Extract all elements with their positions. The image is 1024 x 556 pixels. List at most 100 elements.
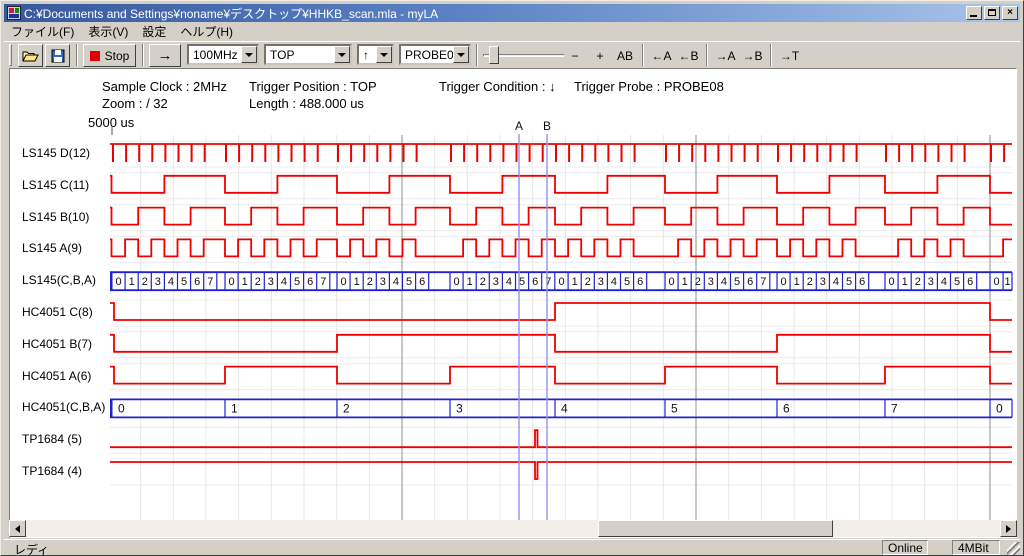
goto-trigger-button[interactable]: →T — [776, 44, 803, 67]
goto-next-a-button[interactable]: →A — [712, 44, 739, 67]
bus-value: 1 — [682, 276, 688, 288]
bus-value: 6 — [637, 276, 643, 288]
wave-ls145-c-11- — [110, 176, 1012, 193]
bus-value: 4 — [833, 276, 839, 288]
bus-value: 7 — [760, 276, 766, 288]
bus-value: 6 — [747, 276, 753, 288]
bus-value: 5 — [294, 276, 300, 288]
bus-value: 3 — [155, 276, 161, 288]
bus-value: 7 — [207, 276, 213, 288]
slider-thumb[interactable] — [489, 46, 499, 64]
bus-value: 7 — [320, 276, 326, 288]
save-floppy-icon — [51, 49, 65, 63]
wave-ls145-b-10- — [110, 208, 1012, 225]
goto-prev-a-button[interactable]: ←A — [648, 44, 675, 67]
combo-drop-button[interactable] — [241, 46, 257, 63]
open-folder-icon — [22, 49, 39, 63]
combo-drop-button[interactable] — [453, 46, 469, 63]
toolbar-separator — [142, 44, 144, 66]
bus-value: 5 — [671, 401, 678, 415]
title-bar[interactable]: C:¥Documents and Settings¥noname¥デスクトップ¥… — [4, 4, 1020, 22]
menu-settings[interactable]: 設定 — [135, 21, 173, 42]
arrow-right-icon — [1006, 525, 1011, 533]
zoom-in-button[interactable]: + — [589, 44, 611, 67]
bus-value: 3 — [708, 276, 714, 288]
waveform-area[interactable]: 0123456701234567012345601234567012345601… — [10, 69, 1016, 538]
memory-status-badge: 4MBit — [952, 540, 1000, 555]
bus-value: 1 — [354, 276, 360, 288]
trigger-position-select[interactable]: TOP — [264, 44, 352, 65]
bus-value: 6 — [419, 276, 425, 288]
bus-value: 0 — [996, 401, 1003, 415]
bus-value: 6 — [783, 401, 790, 415]
toolbar-separator — [706, 44, 708, 66]
save-button[interactable] — [45, 44, 70, 67]
wave-hc4051-a-6- — [110, 367, 1012, 384]
close-button[interactable]: × — [1002, 6, 1018, 20]
chevron-down-icon — [338, 53, 346, 57]
toolbar-separator — [770, 44, 772, 66]
bus-value: 5 — [954, 276, 960, 288]
goto-next-b-button[interactable]: →B — [739, 44, 766, 67]
scroll-left-button[interactable] — [9, 520, 26, 537]
scroll-right-button[interactable] — [1000, 520, 1017, 537]
bus-value: 0 — [888, 276, 894, 288]
bus-value: 3 — [928, 276, 934, 288]
bus-value: 5 — [624, 276, 630, 288]
menu-view[interactable]: 表示(V) — [81, 21, 135, 42]
bus-value: 1 — [242, 276, 248, 288]
toolbar-separator — [76, 44, 78, 66]
online-status-badge: Online — [882, 540, 928, 555]
zoom-out-button[interactable]: − — [564, 44, 586, 67]
bus-value: 6 — [194, 276, 200, 288]
bus-value: 7 — [545, 276, 551, 288]
bus-value: 7 — [891, 401, 898, 415]
minimize-button[interactable] — [966, 6, 982, 20]
bus-value: 5 — [181, 276, 187, 288]
bus-value: 0 — [453, 276, 459, 288]
maximize-icon — [988, 9, 996, 16]
bus-value: 6 — [859, 276, 865, 288]
wave-hc4051-b-7- — [110, 335, 1012, 352]
bus-value: 0 — [118, 401, 125, 415]
ab-button[interactable]: AB — [612, 44, 638, 67]
resize-grip[interactable] — [1007, 542, 1020, 555]
bus-value: 0 — [115, 276, 121, 288]
bus-value: 1 — [467, 276, 473, 288]
combo-drop-button[interactable] — [334, 46, 350, 63]
bus-value: 2 — [807, 276, 813, 288]
scrollbar-thumb[interactable] — [598, 520, 833, 537]
maximize-button[interactable] — [984, 6, 1000, 20]
bus-value: 4 — [281, 276, 287, 288]
sample-clock-select[interactable]: 100MHz — [187, 44, 259, 65]
menu-file[interactable]: ファイル(F) — [4, 21, 81, 42]
bus-value: 5 — [734, 276, 740, 288]
bus-value: 5 — [406, 276, 412, 288]
chevron-down-icon — [457, 53, 465, 57]
bus-value: 1 — [902, 276, 908, 288]
trigger-edge-select[interactable]: ↑ — [357, 44, 394, 65]
combo-drop-button[interactable] — [376, 46, 392, 63]
stop-button[interactable]: Stop — [83, 44, 136, 67]
bus-value: 0 — [993, 276, 999, 288]
probe-select[interactable]: PROBE00 — [399, 44, 471, 65]
bus-value: 1 — [231, 401, 238, 415]
bus-value: 1 — [794, 276, 800, 288]
bus-value: 2 — [255, 276, 261, 288]
bus-value: 5 — [846, 276, 852, 288]
horizontal-scrollbar[interactable] — [9, 520, 1017, 537]
bus-value: 3 — [456, 401, 463, 415]
open-button[interactable] — [18, 44, 43, 67]
status-bar: レディ Online 4MBit — [4, 539, 1020, 555]
goto-prev-b-button[interactable]: ←B — [675, 44, 702, 67]
menu-help[interactable]: ヘルプ(H) — [173, 21, 240, 42]
bus-value: 2 — [343, 401, 350, 415]
close-icon: × — [1007, 7, 1013, 18]
app-window: C:¥Documents and Settings¥noname¥デスクトップ¥… — [0, 0, 1024, 556]
run-button[interactable]: → — [149, 44, 181, 67]
cursor-a-label: A — [515, 119, 523, 133]
bus-value: 4 — [941, 276, 947, 288]
bus-value: 6 — [532, 276, 538, 288]
bus-value: 2 — [142, 276, 148, 288]
bus-value: 3 — [380, 276, 386, 288]
